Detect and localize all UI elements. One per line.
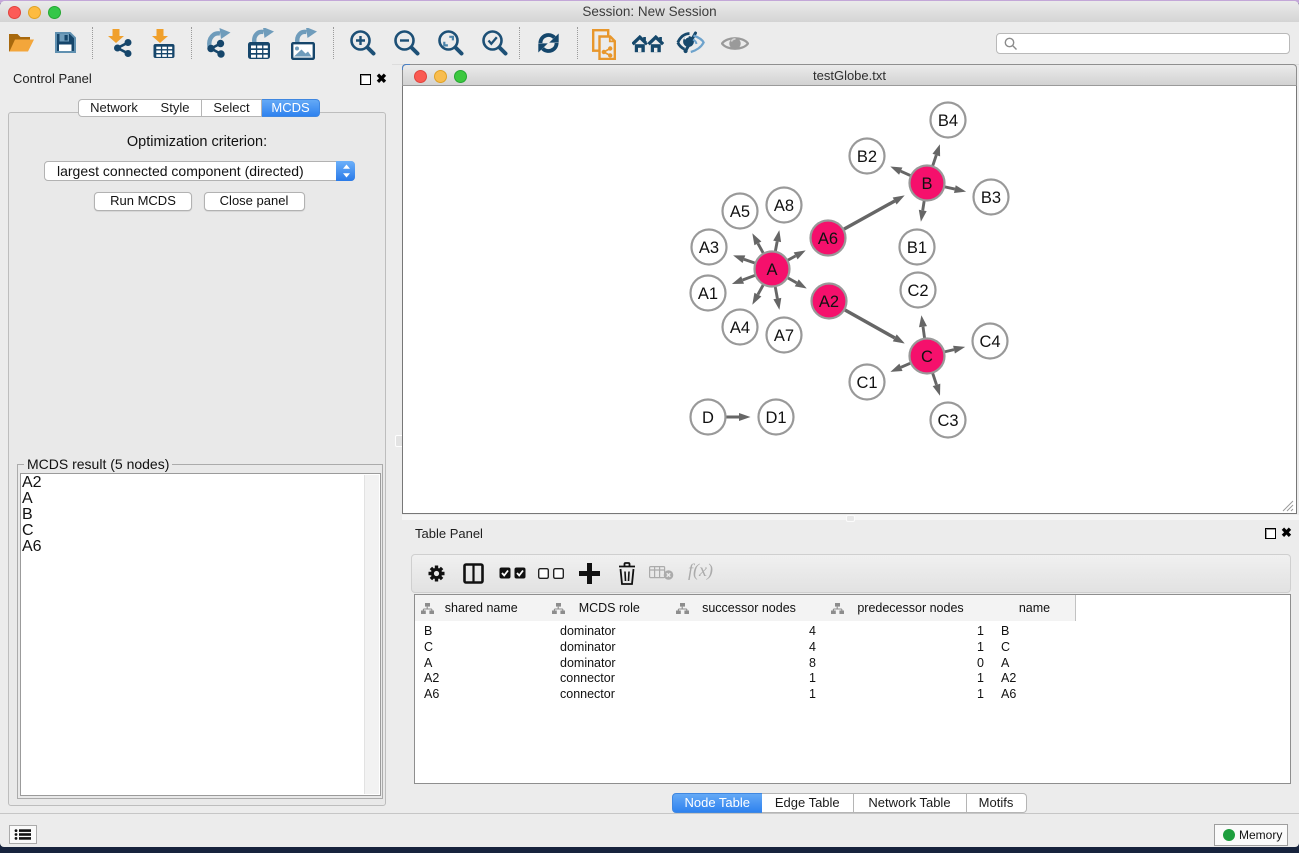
svg-text:A8: A8 bbox=[774, 197, 794, 215]
svg-text:B4: B4 bbox=[938, 112, 958, 130]
svg-text:B2: B2 bbox=[857, 148, 877, 166]
svg-text:A4: A4 bbox=[730, 319, 750, 337]
svg-text:C1: C1 bbox=[856, 374, 877, 392]
svg-text:C: C bbox=[921, 348, 933, 366]
svg-text:B: B bbox=[921, 175, 932, 193]
svg-text:D1: D1 bbox=[765, 409, 786, 427]
svg-text:A5: A5 bbox=[730, 203, 750, 221]
svg-text:C2: C2 bbox=[907, 282, 928, 300]
svg-text:B1: B1 bbox=[907, 239, 927, 257]
svg-text:D: D bbox=[702, 409, 714, 427]
svg-text:A1: A1 bbox=[698, 285, 718, 303]
svg-text:C4: C4 bbox=[979, 333, 1000, 351]
svg-text:C3: C3 bbox=[937, 412, 958, 430]
svg-text:A6: A6 bbox=[818, 230, 838, 248]
svg-text:A2: A2 bbox=[819, 293, 839, 311]
svg-text:B3: B3 bbox=[981, 189, 1001, 207]
svg-text:A7: A7 bbox=[774, 327, 794, 345]
svg-text:A: A bbox=[766, 261, 777, 279]
svg-text:A3: A3 bbox=[699, 239, 719, 257]
